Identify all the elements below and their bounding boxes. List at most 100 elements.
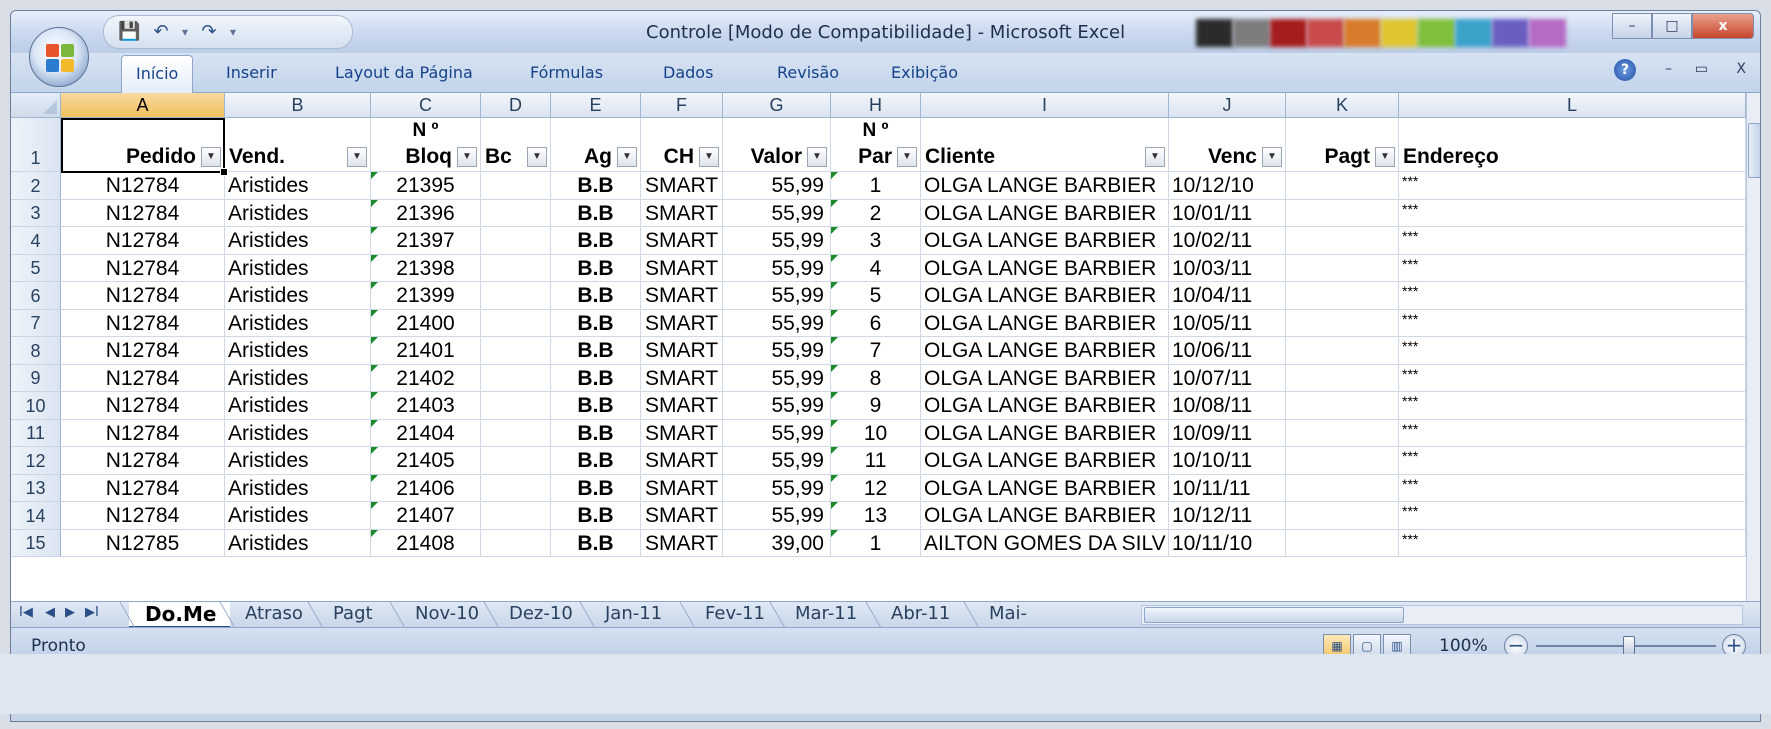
cell-bloq[interactable]: 21408 <box>371 529 481 557</box>
sheet-tab-mai-[interactable]: Mai- <box>973 602 1041 628</box>
cell-bloq[interactable]: 21395 <box>371 172 481 200</box>
cell-bloq[interactable]: 21405 <box>371 447 481 475</box>
cell-ag[interactable]: B.B <box>551 529 641 557</box>
cell-ch[interactable]: SMART <box>641 474 723 502</box>
cell-ag[interactable]: B.B <box>551 199 641 227</box>
cell-valor[interactable]: 55,99 <box>723 199 831 227</box>
row-header-15[interactable]: 15 <box>11 529 61 557</box>
cell-ch[interactable]: SMART <box>641 392 723 420</box>
header-cell-bc[interactable]: Bc ▼ <box>481 118 551 172</box>
workbook-restore-button[interactable]: ▭ <box>1695 61 1708 77</box>
cell-endereco[interactable]: *** <box>1399 227 1746 255</box>
header-cell-vend[interactable]: Vend. ▼ <box>225 118 371 172</box>
cell-par[interactable]: 2 <box>831 199 921 227</box>
cell-vend[interactable]: Aristides <box>225 172 371 200</box>
cell-vend[interactable]: Aristides <box>225 502 371 530</box>
cell-venc[interactable]: 10/11/10 <box>1169 529 1286 557</box>
column-header-g[interactable]: G <box>723 93 831 118</box>
cell-bc[interactable] <box>481 419 551 447</box>
cell-bloq[interactable]: 21402 <box>371 364 481 392</box>
cell-bc[interactable] <box>481 254 551 282</box>
filter-dropdown-icon[interactable]: ▼ <box>699 147 719 167</box>
cell-bloq[interactable]: 21396 <box>371 199 481 227</box>
filter-dropdown-icon[interactable]: ▼ <box>347 147 367 167</box>
cell-bloq[interactable]: 21406 <box>371 474 481 502</box>
maximize-button[interactable]: □ <box>1652 13 1692 39</box>
save-icon[interactable]: 💾 <box>118 21 140 43</box>
cell-pedido[interactable]: N12785 <box>61 529 225 557</box>
cell-bloq[interactable]: 21407 <box>371 502 481 530</box>
select-all-button[interactable] <box>11 93 61 118</box>
cell-pagt[interactable] <box>1286 172 1399 200</box>
cell-valor[interactable]: 55,99 <box>723 502 831 530</box>
cell-cliente[interactable]: OLGA LANGE BARBIER <box>921 282 1169 310</box>
cell-bloq[interactable]: 21401 <box>371 337 481 365</box>
cell-pagt[interactable] <box>1286 364 1399 392</box>
cell-valor[interactable]: 55,99 <box>723 309 831 337</box>
cell-pagt[interactable] <box>1286 254 1399 282</box>
column-header-a[interactable]: A <box>61 93 225 118</box>
cell-ag[interactable]: B.B <box>551 392 641 420</box>
cell-valor[interactable]: 55,99 <box>723 282 831 310</box>
cell-endereco[interactable]: *** <box>1399 199 1746 227</box>
cell-valor[interactable]: 55,99 <box>723 364 831 392</box>
column-header-l[interactable]: L <box>1399 93 1746 118</box>
row-header-14[interactable]: 14 <box>11 502 61 530</box>
cell-cliente[interactable]: OLGA LANGE BARBIER <box>921 502 1169 530</box>
cell-cliente[interactable]: OLGA LANGE BARBIER <box>921 227 1169 255</box>
cell-ag[interactable]: B.B <box>551 502 641 530</box>
cell-endereco[interactable]: *** <box>1399 529 1746 557</box>
cell-ch[interactable]: SMART <box>641 364 723 392</box>
cell-vend[interactable]: Aristides <box>225 337 371 365</box>
redo-icon[interactable]: ↷ <box>198 21 220 43</box>
row-header-7[interactable]: 7 <box>11 309 61 337</box>
cell-bc[interactable] <box>481 282 551 310</box>
cell-pedido[interactable]: N12784 <box>61 199 225 227</box>
cell-venc[interactable]: 10/10/11 <box>1169 447 1286 475</box>
cell-ch[interactable]: SMART <box>641 309 723 337</box>
cell-pagt[interactable] <box>1286 199 1399 227</box>
column-header-d[interactable]: D <box>481 93 551 118</box>
sheet-tab-mar-11[interactable]: Mar-11 <box>779 602 871 628</box>
cell-endereco[interactable]: *** <box>1399 282 1746 310</box>
zoom-slider-thumb[interactable] <box>1623 636 1635 656</box>
cell-venc[interactable]: 10/12/11 <box>1169 502 1286 530</box>
undo-dropdown-icon[interactable]: ▾ <box>182 25 188 39</box>
cell-par[interactable]: 4 <box>831 254 921 282</box>
cell-bc[interactable] <box>481 199 551 227</box>
cell-bloq[interactable]: 21397 <box>371 227 481 255</box>
horizontal-scroll-thumb[interactable] <box>1144 607 1404 623</box>
tab-revisao[interactable]: Revisão <box>777 63 839 82</box>
cell-pedido[interactable]: N12784 <box>61 502 225 530</box>
first-sheet-button[interactable]: I◀ <box>19 605 33 620</box>
cell-ag[interactable]: B.B <box>551 447 641 475</box>
cell-pagt[interactable] <box>1286 419 1399 447</box>
row-header-2[interactable]: 2 <box>11 172 61 200</box>
cell-ag[interactable]: B.B <box>551 254 641 282</box>
help-icon[interactable]: ? <box>1614 59 1636 81</box>
cell-endereco[interactable]: *** <box>1399 309 1746 337</box>
customize-qat-icon[interactable]: ▾ <box>230 25 236 39</box>
header-cell-cliente[interactable]: Cliente ▼ <box>921 118 1169 172</box>
cell-pedido[interactable]: N12784 <box>61 364 225 392</box>
row-header-10[interactable]: 10 <box>11 392 61 420</box>
cell-bloq[interactable]: 21398 <box>371 254 481 282</box>
column-header-e[interactable]: E <box>551 93 641 118</box>
cell-vend[interactable]: Aristides <box>225 282 371 310</box>
filter-dropdown-icon[interactable]: ▼ <box>1145 147 1165 167</box>
cell-pagt[interactable] <box>1286 282 1399 310</box>
cell-bc[interactable] <box>481 392 551 420</box>
cell-vend[interactable]: Aristides <box>225 419 371 447</box>
cell-pagt[interactable] <box>1286 337 1399 365</box>
header-cell-valor[interactable]: Valor ▼ <box>723 118 831 172</box>
sheet-tab-abr-11[interactable]: Abr-11 <box>875 602 964 628</box>
zoom-level[interactable]: 100% <box>1439 636 1488 656</box>
cell-cliente[interactable]: OLGA LANGE BARBIER <box>921 254 1169 282</box>
cell-venc[interactable]: 10/01/11 <box>1169 199 1286 227</box>
cell-ch[interactable]: SMART <box>641 419 723 447</box>
cell-vend[interactable]: Aristides <box>225 529 371 557</box>
sheet-tab-do-me[interactable]: Do.Me <box>129 602 231 628</box>
cell-ch[interactable]: SMART <box>641 502 723 530</box>
cell-pedido[interactable]: N12784 <box>61 337 225 365</box>
cell-venc[interactable]: 10/11/11 <box>1169 474 1286 502</box>
